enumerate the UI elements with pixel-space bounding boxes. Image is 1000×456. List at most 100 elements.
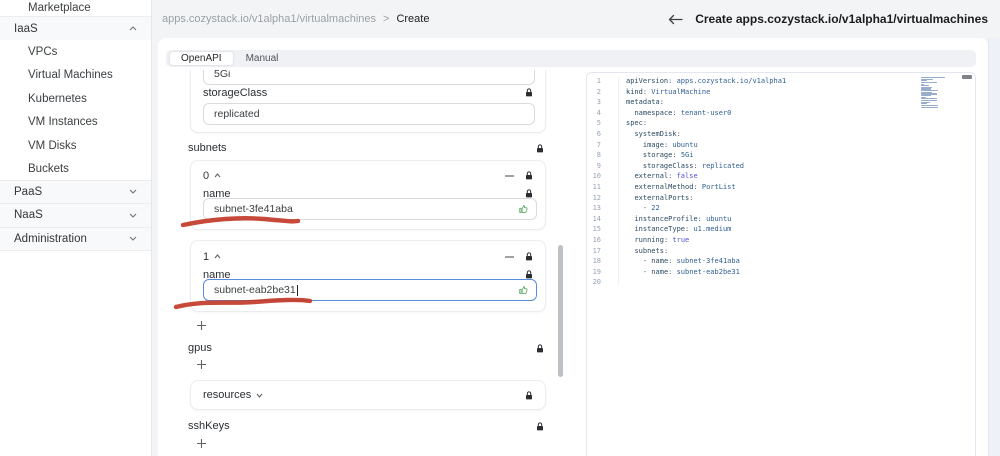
plus-icon [196,359,206,369]
minimap-line [921,106,938,108]
app-window: Marketplace IaaS VPCs Virtual Machines Kuber… [0,0,1000,456]
sidebar-item-naas[interactable]: NaaS [0,204,151,228]
code-line[interactable]: 5 spec: [587,118,975,129]
sidebar-item-label: VPCs [28,46,58,59]
add-gpu-button[interactable] [194,357,208,371]
line-number: 9 [596,161,601,170]
code-line[interactable]: 8 storage: 5Gi [587,150,975,161]
sidebar-item-vm-disks[interactable]: VM Disks [0,134,151,157]
code-line-content: storage: 5Gi [642,151,694,160]
code-line[interactable]: 3 metadata: [587,97,975,108]
code-line[interactable]: 19 - name: subnet-eab2be31 [587,267,975,278]
code-line[interactable]: 11 externalMethod: PortList [587,182,975,193]
lock-icon[interactable] [536,421,544,431]
code-line[interactable]: 10 external: false [587,171,975,182]
code-line-content: systemDisk: [634,129,681,138]
code-line[interactable]: 2 kind: VirtualMachine [587,87,975,98]
sidebar-item-buckets[interactable]: Buckets [0,157,151,181]
item-index: 1 [203,250,210,263]
lock-icon[interactable] [525,390,533,400]
sidebar-item-label: Marketplace [28,2,91,14]
code-line[interactable]: 1 apiVersion: apps.cozystack.io/v1alpha1 [587,76,975,87]
lock-icon[interactable] [525,171,533,180]
code-line[interactable]: 17 subnets: [587,246,975,257]
resources-card[interactable]: resources [190,380,546,410]
code-line[interactable]: 13 - 22 [587,203,975,214]
thumbs-up-icon[interactable] [518,204,529,215]
subnet-item-0-card: 0 name subnet-3fe41aba [190,160,546,230]
code-line-content [601,277,626,288]
code-line[interactable]: 6 systemDisk: [587,129,975,140]
code-line[interactable]: 20 [587,277,975,288]
chevron-down-icon [129,189,137,195]
code-line-content: kind: VirtualMachine [626,87,711,96]
lock-icon[interactable] [536,143,544,153]
subnet-item-0-collapse[interactable]: 0 [203,170,221,182]
line-number: 19 [592,267,601,276]
thumbs-up-icon[interactable] [518,285,529,296]
chevron-down-icon [256,393,263,398]
code-line-content: metadata: [626,98,664,107]
add-sshkey-button[interactable] [194,436,208,450]
sidebar-item-label: NaaS [14,209,43,222]
code-line-content: image: ubuntu [642,140,698,149]
subnet-item-1-collapse[interactable]: 1 [203,251,221,263]
subnet-0-name-value: subnet-3fe41aba [214,203,293,215]
minimap-line [921,99,937,102]
lock-icon[interactable] [525,88,533,97]
code-line[interactable]: 4 namespace: tenant-user0 [587,108,975,119]
code-line-content: running: true [634,235,690,244]
line-number: 6 [596,129,601,138]
breadcrumb-path[interactable]: apps.cozystack.io/v1alpha1/virtualmachin… [162,13,376,25]
code-line[interactable]: 7 image: ubuntu [587,140,975,151]
storage-input[interactable]: 5Gi [203,70,535,85]
sidebar-item-paas[interactable]: PaaS [0,180,151,205]
topbar: apps.cozystack.io/v1alpha1/virtualmachin… [152,0,1000,38]
storageclass-input[interactable]: replicated [203,103,535,125]
tab-openapi[interactable]: OpenAPI [170,52,233,65]
line-number: 2 [596,87,601,96]
lock-icon[interactable] [525,252,533,261]
line-number: 1 [596,77,601,85]
line-number: 14 [592,214,601,223]
back-arrow-icon[interactable] [668,14,683,25]
yaml-editor[interactable]: 1 apiVersion: apps.cozystack.io/v1alpha1 2… [587,76,975,288]
subnet-1-name-value: subnet-eab2be31 [214,284,296,296]
code-line[interactable]: 15 instanceType: u1.medium [587,224,975,235]
chevron-down-icon [129,236,137,241]
sidebar-item-vm-instances[interactable]: VM Instances [0,111,151,134]
editor-minimap[interactable] [921,77,957,110]
subnet-0-name-input[interactable]: subnet-3fe41aba [203,198,537,220]
chevron-up-icon [129,26,137,31]
subnet-1-name-input[interactable]: subnet-eab2be31 [203,279,537,301]
sidebar-item-marketplace[interactable]: Marketplace [0,0,151,17]
tab-manual[interactable]: Manual [235,52,290,65]
form-panel: 5Gi storageClass replicated subnets 0 na… [166,70,560,456]
lock-icon[interactable] [525,270,533,279]
line-number: 18 [592,257,601,266]
editor-scrollbar-thumb[interactable] [962,75,972,79]
lock-icon[interactable] [525,189,533,198]
item-index: 0 [203,169,210,182]
code-line[interactable]: 14 instanceProfile: ubuntu [587,214,975,225]
add-subnet-button[interactable] [194,318,208,332]
lock-icon[interactable] [536,343,544,353]
remove-item-button[interactable] [505,255,514,258]
sidebar-item-iaas[interactable]: IaaS [0,17,151,41]
breadcrumb-current: Create [396,13,430,25]
page-scrollbar[interactable] [988,38,1000,456]
sidebar-item-kubernetes[interactable]: Kubernetes [0,87,151,110]
remove-item-button[interactable] [505,174,514,177]
sidebar-item-administration[interactable]: Administration [0,227,151,251]
code-line-content: instanceProfile: ubuntu [634,214,732,223]
sidebar-item-label: PaaS [14,185,43,198]
code-line[interactable]: 16 running: true [587,235,975,246]
systemdisk-card: 5Gi storageClass replicated [190,70,546,133]
sidebar-item-label: Virtual Machines [28,69,113,82]
code-line[interactable]: 18 - name: subnet-3fe41aba [587,256,975,267]
sidebar-item-vpcs[interactable]: VPCs [0,40,151,63]
code-line[interactable]: 12 externalPorts: [587,193,975,204]
code-line[interactable]: 9 storageClass: replicated [587,161,975,172]
form-scrollbar-thumb[interactable] [558,245,563,377]
sidebar-item-virtual-machines[interactable]: Virtual Machines [0,64,151,87]
